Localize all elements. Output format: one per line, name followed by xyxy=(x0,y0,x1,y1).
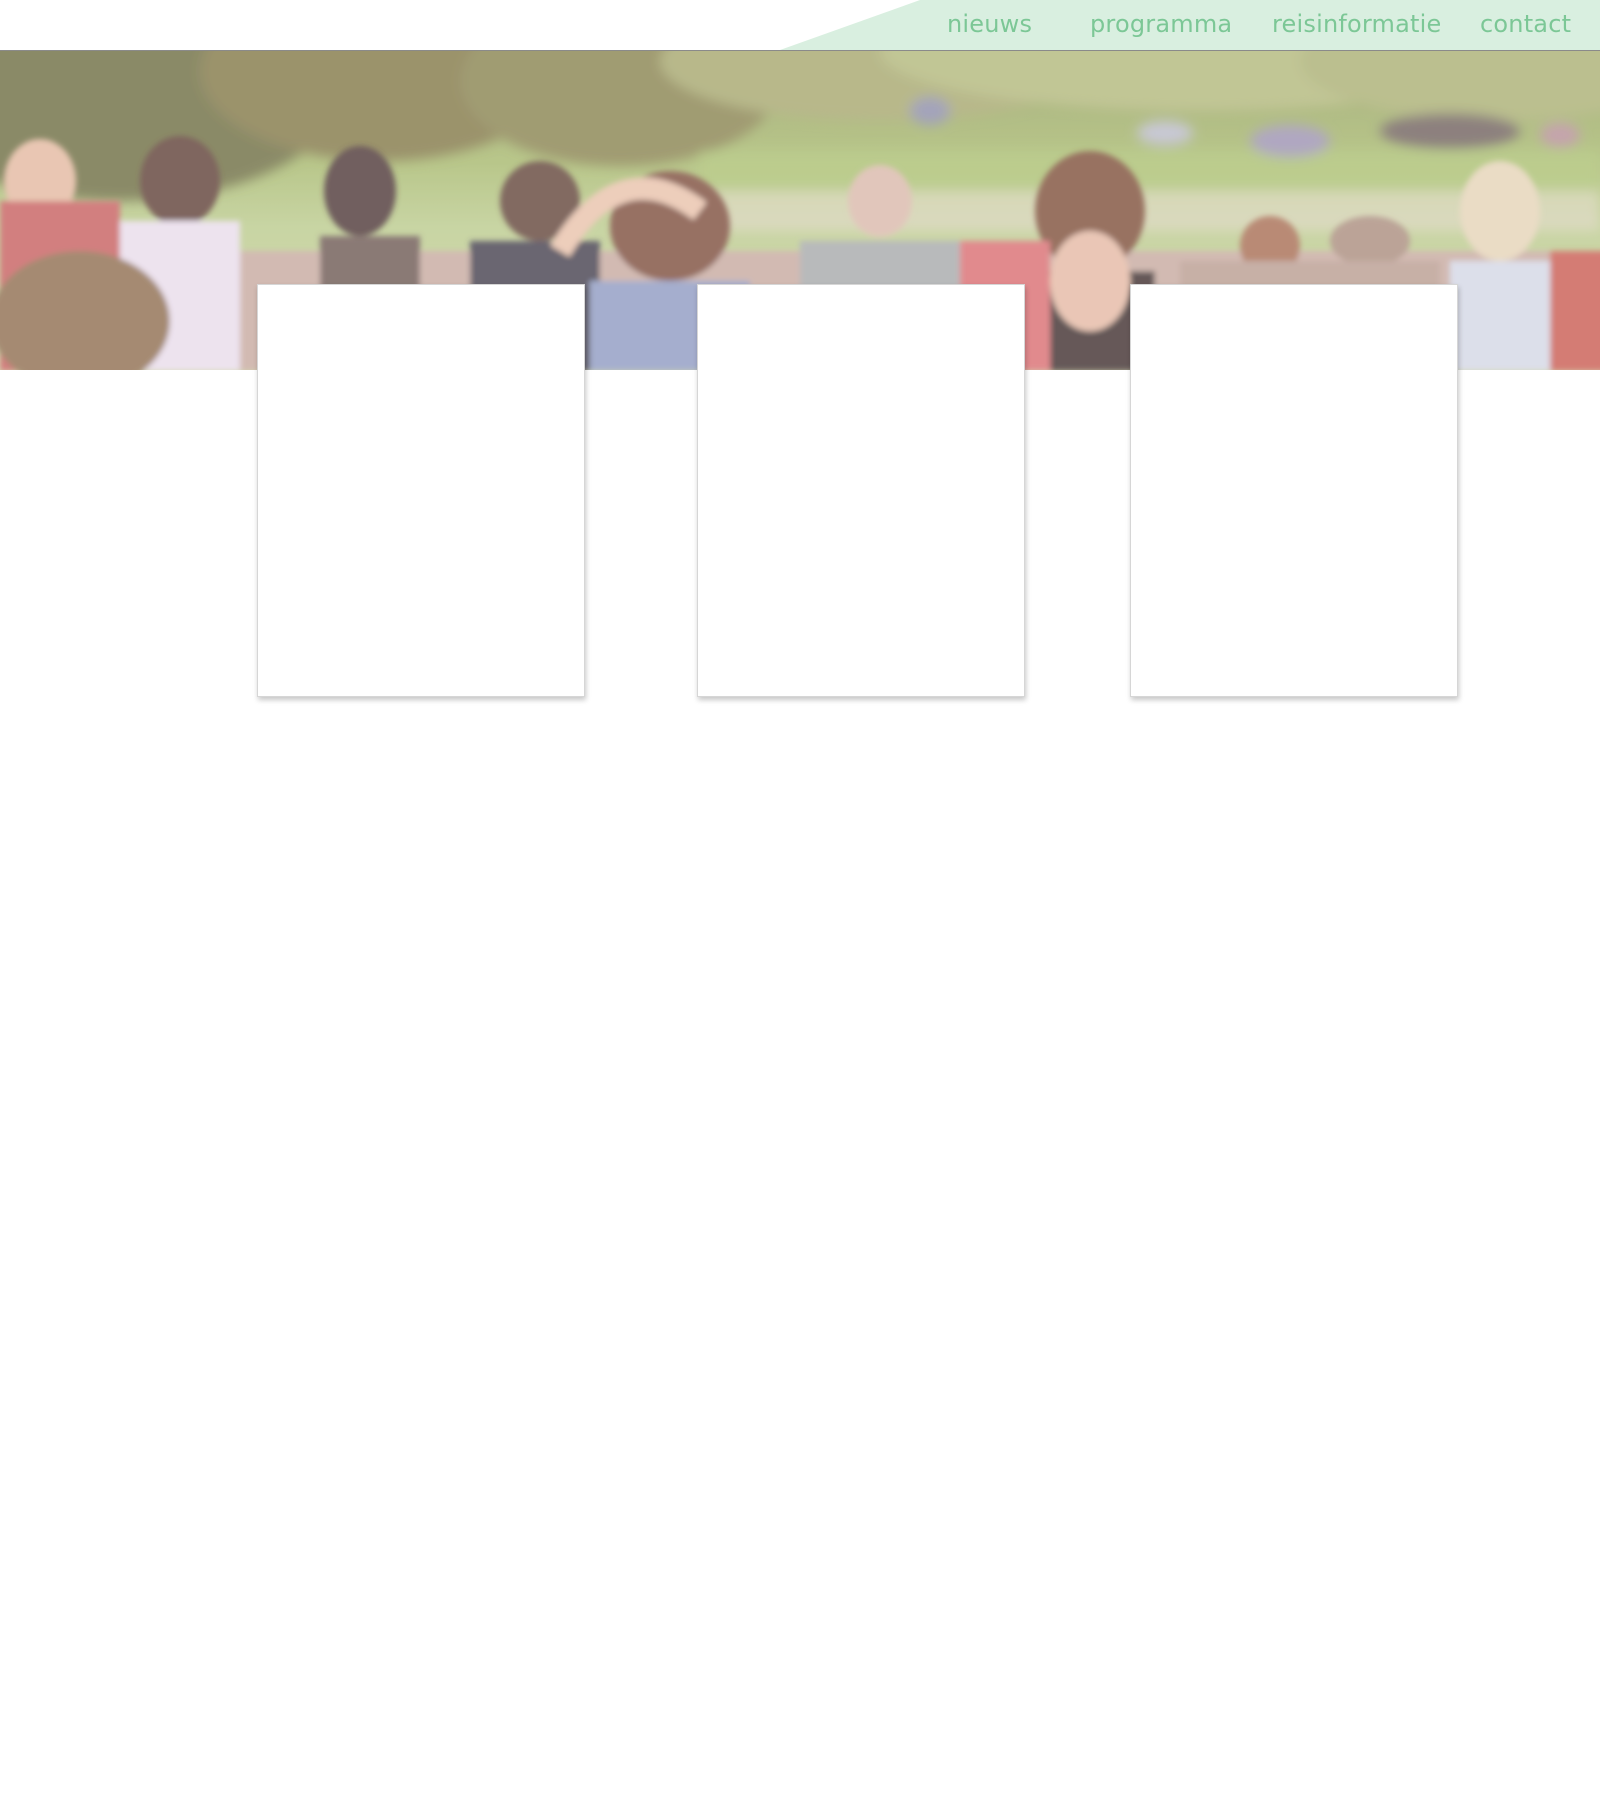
top-bar: nieuws programma reisinformatie contact xyxy=(0,0,1600,50)
page: nieuws programma reisinformatie contact xyxy=(0,0,1600,1800)
nav-item-reisinformatie[interactable]: reisinformatie xyxy=(1272,9,1441,39)
nav-item-contact[interactable]: contact xyxy=(1480,9,1571,39)
nav-item-programma[interactable]: programma xyxy=(1090,9,1232,39)
nav-item-nieuws[interactable]: nieuws xyxy=(947,9,1032,39)
content-card-3 xyxy=(1130,284,1458,697)
main-nav: nieuws programma reisinformatie contact xyxy=(0,0,1600,50)
content-card-2 xyxy=(697,284,1025,697)
content-card-1 xyxy=(257,284,585,697)
